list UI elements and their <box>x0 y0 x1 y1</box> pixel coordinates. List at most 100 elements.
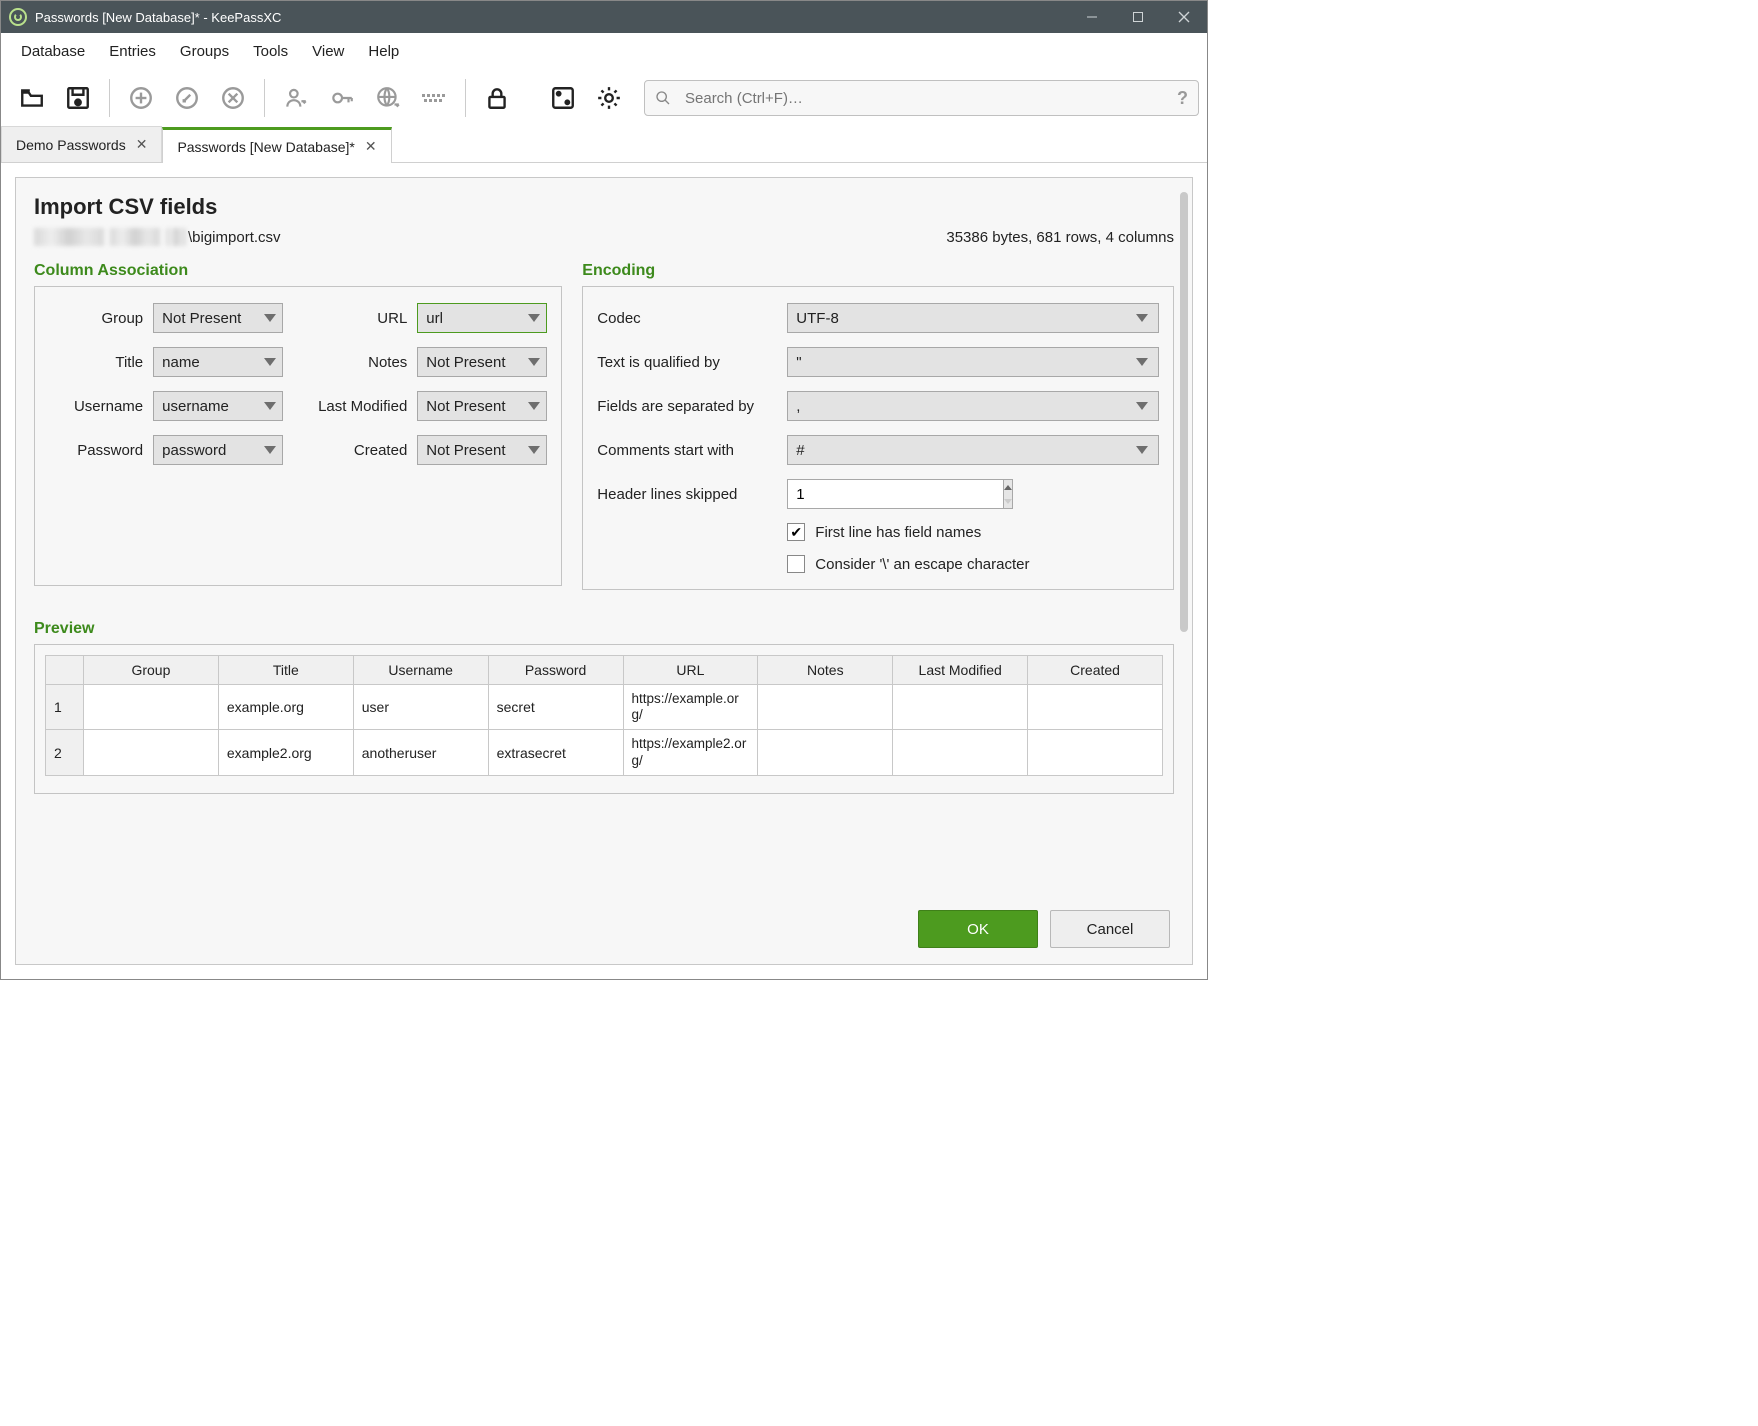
app-logo-icon <box>9 8 27 26</box>
combo-group[interactable]: Not Present <box>153 303 283 333</box>
redacted-path <box>34 228 104 246</box>
autotype-button[interactable] <box>411 75 457 121</box>
label-url: URL <box>293 310 407 327</box>
label-username: Username <box>49 398 143 415</box>
check-escape-row: Consider '\' an escape character <box>787 555 1159 573</box>
save-database-button[interactable] <box>55 75 101 121</box>
search-box[interactable]: ? <box>644 80 1199 116</box>
spin-header-lines[interactable] <box>787 479 947 509</box>
search-icon <box>655 90 671 106</box>
col-last-modified[interactable]: Last Modified <box>893 656 1028 685</box>
chevron-down-icon <box>1136 446 1148 454</box>
table-row[interactable]: 2 example2.org anotheruser extrasecret h… <box>46 730 1163 775</box>
label-comments: Comments start with <box>597 442 777 459</box>
titlebar: Passwords [New Database]* - KeePassXC <box>1 1 1207 33</box>
search-help-icon[interactable]: ? <box>1177 88 1188 109</box>
settings-button[interactable] <box>586 75 632 121</box>
minimize-button[interactable] <box>1069 1 1115 33</box>
maximize-button[interactable] <box>1115 1 1161 33</box>
col-created[interactable]: Created <box>1028 656 1163 685</box>
preview-table: Group Title Username Password URL Notes … <box>45 655 1163 776</box>
chevron-down-icon <box>528 402 540 410</box>
combo-notes[interactable]: Not Present <box>417 347 547 377</box>
database-tabs: Demo Passwords ✕ Passwords [New Database… <box>1 127 1207 163</box>
copy-url-button[interactable] <box>365 75 411 121</box>
combo-username[interactable]: username <box>153 391 283 421</box>
combo-created[interactable]: Not Present <box>417 435 547 465</box>
spin-down-icon[interactable] <box>1004 494 1012 508</box>
combo-title[interactable]: name <box>153 347 283 377</box>
label-title: Title <box>49 354 143 371</box>
col-url[interactable]: URL <box>623 656 758 685</box>
combo-password[interactable]: password <box>153 435 283 465</box>
col-username[interactable]: Username <box>353 656 488 685</box>
table-header-row: Group Title Username Password URL Notes … <box>46 656 1163 685</box>
combo-qualifier[interactable]: " <box>787 347 1159 377</box>
spin-up-icon[interactable] <box>1004 480 1012 494</box>
search-input[interactable] <box>685 90 1177 107</box>
chevron-down-icon <box>264 314 276 322</box>
cancel-button[interactable]: Cancel <box>1050 910 1170 948</box>
label-notes: Notes <box>293 354 407 371</box>
menu-groups[interactable]: Groups <box>168 37 241 66</box>
password-generator-button[interactable] <box>540 75 586 121</box>
dialog-buttons: OK Cancel <box>918 910 1170 948</box>
spin-buttons[interactable] <box>1004 479 1013 509</box>
checkbox-escape-label: Consider '\' an escape character <box>815 556 1029 573</box>
combo-last-modified[interactable]: Not Present <box>417 391 547 421</box>
new-entry-button[interactable] <box>118 75 164 121</box>
label-group: Group <box>49 310 143 327</box>
menu-tools[interactable]: Tools <box>241 37 300 66</box>
check-first-line-row: First line has field names <box>787 523 1159 541</box>
section-title-enc: Encoding <box>582 262 1174 280</box>
open-database-button[interactable] <box>9 75 55 121</box>
scrollbar[interactable] <box>1180 192 1188 632</box>
copy-username-button[interactable] <box>273 75 319 121</box>
close-icon[interactable]: ✕ <box>136 136 148 153</box>
file-info-line: \bigimport.csv 35386 bytes, 681 rows, 4 … <box>34 228 1174 246</box>
menu-database[interactable]: Database <box>9 37 97 66</box>
col-notes[interactable]: Notes <box>758 656 893 685</box>
col-group[interactable]: Group <box>84 656 219 685</box>
encoding-block: Encoding Codec UTF-8 Text is qualified b… <box>582 252 1174 590</box>
chevron-down-icon <box>264 446 276 454</box>
menu-help[interactable]: Help <box>356 37 411 66</box>
combo-comments[interactable]: # <box>787 435 1159 465</box>
tab-label: Passwords [New Database]* <box>177 139 354 155</box>
chevron-down-icon <box>1136 402 1148 410</box>
menu-view[interactable]: View <box>300 37 356 66</box>
assoc-groupbox: Group Not Present URL url Title name Not… <box>34 286 562 586</box>
col-title[interactable]: Title <box>218 656 353 685</box>
checkbox-escape[interactable] <box>787 555 805 573</box>
label-codec: Codec <box>597 310 777 327</box>
menubar: Database Entries Groups Tools View Help <box>1 33 1207 69</box>
file-stats: 35386 bytes, 681 rows, 4 columns <box>946 229 1174 246</box>
combo-separator[interactable]: , <box>787 391 1159 421</box>
header-skip-input[interactable] <box>787 479 1004 509</box>
toolbar-separator <box>109 79 110 117</box>
table-row[interactable]: 1 example.org user secret https://exampl… <box>46 685 1163 730</box>
label-separator: Fields are separated by <box>597 398 777 415</box>
filename: \bigimport.csv <box>188 229 281 246</box>
close-window-button[interactable] <box>1161 1 1207 33</box>
col-password[interactable]: Password <box>488 656 623 685</box>
col-rownum[interactable] <box>46 656 84 685</box>
lock-database-button[interactable] <box>474 75 520 121</box>
encoding-groupbox: Codec UTF-8 Text is qualified by " Field… <box>582 286 1174 590</box>
edit-entry-button[interactable] <box>164 75 210 121</box>
close-icon[interactable]: ✕ <box>365 138 377 155</box>
combo-url[interactable]: url <box>417 303 547 333</box>
checkbox-first-line[interactable] <box>787 523 805 541</box>
label-created: Created <box>293 442 407 459</box>
import-csv-panel: Import CSV fields \bigimport.csv 35386 b… <box>15 177 1193 965</box>
chevron-down-icon <box>264 402 276 410</box>
chevron-down-icon <box>264 358 276 366</box>
combo-codec[interactable]: UTF-8 <box>787 303 1159 333</box>
ok-button[interactable]: OK <box>918 910 1038 948</box>
delete-entry-button[interactable] <box>210 75 256 121</box>
label-password: Password <box>49 442 143 459</box>
tab-demo-passwords[interactable]: Demo Passwords ✕ <box>1 126 162 162</box>
tab-new-database[interactable]: Passwords [New Database]* ✕ <box>162 127 391 163</box>
copy-password-button[interactable] <box>319 75 365 121</box>
menu-entries[interactable]: Entries <box>97 37 168 66</box>
